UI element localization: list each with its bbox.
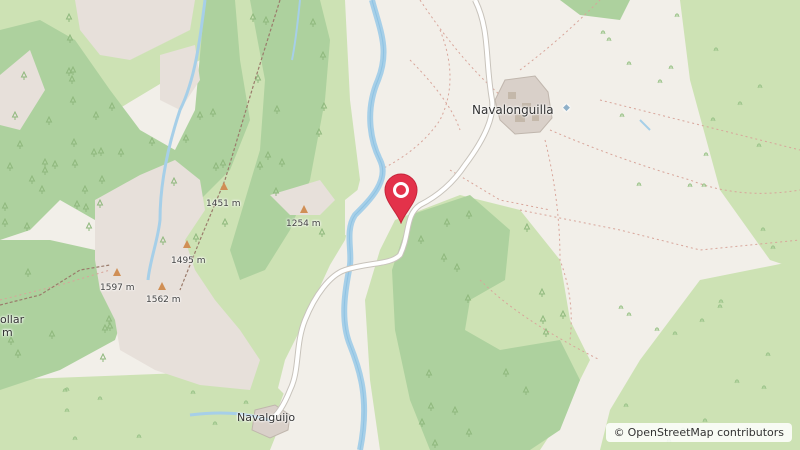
peak-label-1597: 1597 m (100, 283, 135, 293)
place-label-collar-unit: m (2, 326, 13, 339)
peak-label-1451: 1451 m (206, 199, 241, 209)
place-label-collar-partial: ollar (0, 313, 25, 326)
copyright-symbol: © (613, 426, 625, 439)
map-attribution[interactable]: © OpenStreetMap contributors (605, 423, 792, 442)
place-label-navalguijo: Navalguijo (237, 411, 296, 424)
map-tiles (0, 0, 800, 450)
peak-label-1254: 1254 m (286, 219, 321, 229)
attribution-text: OpenStreetMap contributors (627, 426, 784, 439)
peak-label-1495: 1495 m (171, 256, 206, 266)
viewpoint-icon: ◆ (563, 103, 570, 113)
location-pin-icon[interactable] (383, 172, 419, 224)
place-label-navalonguilla: Navalonguilla (472, 103, 554, 117)
peak-label-1562: 1562 m (146, 295, 181, 305)
map-view[interactable]: Navalonguilla ◆ Navalguijo ollar m 1451 … (0, 0, 800, 450)
